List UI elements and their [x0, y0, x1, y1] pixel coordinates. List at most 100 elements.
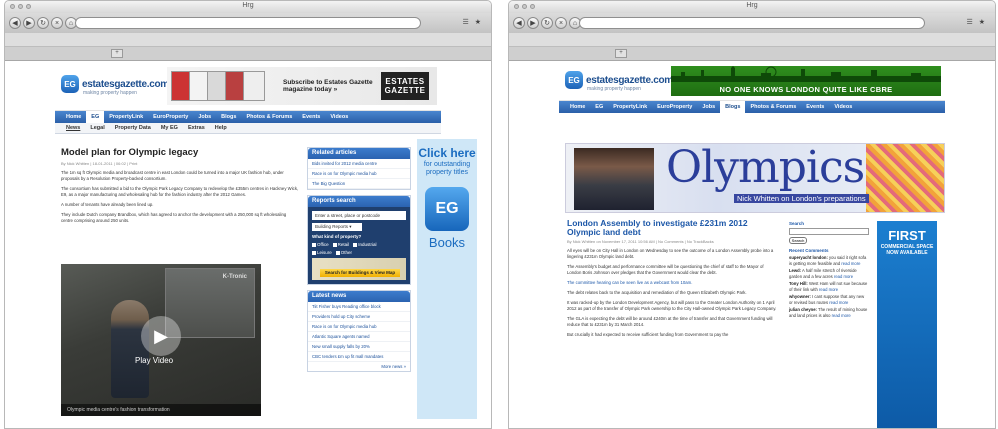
web-viewport: EG estatesgazette.com making property ha… — [509, 61, 995, 428]
latest-news-box: Latest news Tiit Fisher buys Reading off… — [307, 290, 411, 372]
office-checkbox[interactable]: Office — [312, 242, 329, 247]
news-link[interactable]: Atlantic Square agents named — [308, 332, 410, 342]
nav-videos[interactable]: Videos — [325, 111, 353, 123]
webcast-link[interactable]: The committee hearing can be seen live a… — [567, 280, 779, 286]
subnav-news[interactable]: News — [61, 125, 85, 131]
location-input[interactable]: Enter a street, place or postcode — [312, 211, 406, 220]
blog-sidebar: Search Search Recent Comments superyacht… — [789, 221, 869, 320]
video-person — [111, 300, 149, 398]
blog-title: Olympics — [666, 143, 865, 193]
logo-tagline: making property happen — [83, 90, 137, 96]
back-icon[interactable]: ◀ — [513, 17, 525, 29]
new-tab-button[interactable]: + — [615, 49, 627, 58]
video-caption: Olympic media centre's fashion transform… — [61, 404, 261, 416]
nav-propertylink[interactable]: PropertyLink — [608, 101, 652, 113]
eg-logo-icon: EG — [61, 75, 79, 93]
address-bar[interactable] — [579, 17, 925, 29]
forward-icon[interactable]: ▶ — [23, 17, 35, 29]
more-news-link[interactable]: More news » — [308, 362, 410, 371]
forward-icon[interactable]: ▶ — [527, 17, 539, 29]
news-link[interactable]: Race is on for Olympic media hub — [308, 322, 410, 332]
news-link[interactable]: Providers hold up City scheme — [308, 312, 410, 322]
bookmark-icon[interactable]: ★ — [979, 18, 985, 26]
nav-home[interactable]: Home — [61, 111, 86, 123]
article-title: Model plan for Olympic legacy — [61, 147, 199, 158]
search-buildings-button[interactable]: Search for Buildings & View Map — [320, 269, 400, 277]
title-bar: Hrg — [5, 1, 491, 13]
nav-eg[interactable]: EG — [86, 111, 105, 123]
nav-home[interactable]: Home — [565, 101, 590, 113]
nav-jobs[interactable]: Jobs — [193, 111, 216, 123]
post-paragraph: It was racked-up by the London Developme… — [567, 300, 777, 311]
author-photo — [574, 148, 654, 210]
leisure-checkbox[interactable]: Leisure — [312, 250, 332, 255]
subnav-help[interactable]: Help — [210, 125, 232, 131]
new-tab-button[interactable]: + — [111, 49, 123, 58]
browser-window-right: Hrg ◀ ▶ ↻ × ⌂ ☰ ★ + EG estatesgazette.com… — [508, 0, 996, 429]
subnav-my-eg[interactable]: My EG — [156, 125, 183, 131]
reload-icon[interactable]: ↻ — [541, 17, 553, 29]
industrial-checkbox[interactable]: Industrial — [353, 242, 376, 247]
post-paragraph: But crucially it had expected to receive… — [567, 332, 729, 337]
news-link[interactable]: New small supply falls by 20% — [308, 342, 410, 352]
nav-blogs[interactable]: Blogs — [216, 111, 241, 123]
news-link[interactable]: CBC tenders £m up fit mall mandates — [308, 352, 410, 362]
rss-icon[interactable]: ☰ — [462, 18, 468, 26]
play-icon[interactable]: ▶ — [141, 316, 181, 356]
read-more-link[interactable]: read more — [834, 274, 853, 279]
nav-photos-forums[interactable]: Photos & Forums — [241, 111, 297, 123]
cbre-ad[interactable]: NO ONE KNOWS LONDON QUITE LIKE CBRE — [671, 66, 941, 96]
retail-checkbox[interactable]: Retail — [332, 242, 349, 247]
bookmark-icon[interactable]: ★ — [475, 18, 481, 26]
nav-events[interactable]: Events — [297, 111, 325, 123]
rss-icon[interactable]: ☰ — [966, 18, 972, 26]
stop-icon[interactable]: × — [555, 17, 567, 29]
comment-item: julian cheyne: The result of mining hous… — [789, 307, 868, 318]
eg-books-ad[interactable]: Click here for outstanding property titl… — [417, 139, 477, 419]
news-link[interactable]: Tiit Fisher buys Reading office block — [308, 302, 410, 312]
related-link[interactable]: The Big Question — [308, 179, 410, 189]
nav-europroperty[interactable]: EuroProperty — [148, 111, 193, 123]
nav-propertylink[interactable]: PropertyLink — [104, 111, 148, 123]
first-commercial-ad[interactable]: FIRST COMMERCIAL SPACE NOW AVAILABLE — [877, 221, 937, 428]
subscribe-text: Subscribe to Estates Gazette magazine to… — [283, 79, 373, 93]
nav-events[interactable]: Events — [801, 101, 829, 113]
nav-eg[interactable]: EG — [590, 101, 608, 113]
nav-videos[interactable]: Videos — [829, 101, 857, 113]
post-paragraph: All eyes will be on City Hall in London … — [567, 248, 774, 259]
read-more-link[interactable]: read more — [819, 287, 838, 292]
bookmarks-bar — [5, 33, 491, 47]
comment-item: whyowner: I cant suppose that any new or… — [789, 294, 865, 305]
toolbar-icons: ☰ ★ — [966, 18, 985, 26]
subnav-extras[interactable]: Extras — [183, 125, 210, 131]
cbre-ad-text: NO ONE KNOWS LONDON QUITE LIKE CBRE — [719, 85, 893, 94]
related-link[interactable]: Race is on for Olympic media hub — [308, 169, 410, 179]
back-icon[interactable]: ◀ — [9, 17, 21, 29]
title-bar: Hrg — [509, 1, 995, 13]
related-link[interactable]: Bids invited for 2012 media centre — [308, 159, 410, 169]
post-paragraph: The GLA is expecting the debt will be ar… — [567, 316, 773, 327]
reload-icon[interactable]: ↻ — [37, 17, 49, 29]
blog-post: London Assembly to investigate £231m 201… — [567, 219, 779, 342]
read-more-link[interactable]: read more — [829, 300, 848, 305]
stop-icon[interactable]: × — [51, 17, 63, 29]
nav-europroperty[interactable]: EuroProperty — [652, 101, 697, 113]
subnav-property-data[interactable]: Property Data — [110, 125, 156, 131]
post-title[interactable]: London Assembly to investigate £231m 201… — [567, 219, 779, 237]
other-checkbox[interactable]: Other — [335, 250, 352, 255]
report-type-select[interactable]: Building Reports ▾ — [312, 223, 362, 231]
window-title: Hrg — [242, 2, 254, 9]
blog-search-button[interactable]: Search — [789, 237, 807, 244]
address-bar[interactable] — [75, 17, 421, 29]
nav-blogs[interactable]: Blogs — [720, 101, 746, 113]
read-more-link[interactable]: read more — [832, 313, 851, 318]
blog-search-input[interactable] — [789, 228, 869, 235]
play-video-label[interactable]: Play Video — [135, 356, 173, 365]
nav-photos-forums[interactable]: Photos & Forums — [745, 101, 801, 113]
video-player[interactable]: K-Tronic ▶ Play Video Olympic media cent… — [61, 264, 261, 416]
read-more-link[interactable]: read more — [841, 261, 860, 266]
subscribe-ad[interactable]: Subscribe to Estates Gazette magazine to… — [167, 67, 437, 105]
subnav-legal[interactable]: Legal — [85, 125, 109, 131]
bookmarks-bar — [509, 33, 995, 47]
nav-jobs[interactable]: Jobs — [697, 101, 720, 113]
